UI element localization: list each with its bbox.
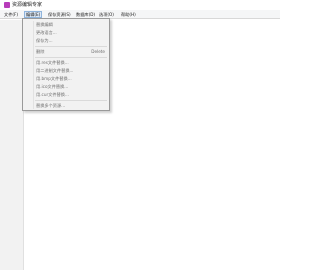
menu-separator [35, 46, 107, 47]
menu-item-label: 用.res文件替换... [36, 60, 69, 65]
menu-item-replace-res[interactable]: 用.res文件替换... [24, 59, 109, 67]
menu-item-label: 用.cur文件替换... [36, 92, 69, 97]
menu-help[interactable]: 帮助(H) [120, 11, 137, 18]
menu-item-label: 用二进制文件替换... [36, 68, 74, 73]
menu-save-resource[interactable]: 保存资源(S) [47, 11, 72, 18]
menu-separator [35, 100, 107, 101]
menu-item-label: 替换多个资源... [36, 103, 66, 108]
title-bar: 资源编辑专家 [0, 0, 280, 10]
menu-item-label: 用.bmp文件替换... [36, 76, 72, 81]
edit-menu-dropdown: 替换编辑 更改语言... 保存为... 删除 Delete 用.res文件替换.… [22, 18, 110, 111]
menu-item-shortcut: Delete [91, 49, 105, 54]
menu-item-label: 保存为... [36, 38, 53, 43]
menu-options[interactable]: 选项(O) [98, 11, 115, 18]
menu-item-replace-binary[interactable]: 用二进制文件替换... [24, 67, 109, 75]
menu-item-replace-edit[interactable]: 替换编辑 [24, 21, 109, 29]
menu-edit[interactable]: 编辑(E) [24, 11, 43, 18]
menu-item-replace-multiple[interactable]: 替换多个资源... [24, 102, 109, 110]
menu-item-replace-ico[interactable]: 用.ico文件替换... [24, 83, 109, 91]
menu-item-label: 替换编辑 [36, 22, 53, 27]
menu-item-label: 删除 [36, 49, 45, 54]
menu-database[interactable]: 数据库(D) [75, 11, 96, 18]
menu-separator [35, 57, 107, 58]
menu-item-label: 用.ico文件替换... [36, 84, 69, 89]
menu-item-label: 更改语言... [36, 30, 57, 35]
app-icon [4, 2, 10, 8]
app-window: 资源编辑专家 文件(F) 编辑(E) 保存资源(S) 数据库(D) 选项(O) … [0, 0, 280, 270]
window-title: 资源编辑专家 [12, 2, 43, 8]
menu-item-replace-cur[interactable]: 用.cur文件替换... [24, 91, 109, 99]
menu-item-replace-bmp[interactable]: 用.bmp文件替换... [24, 75, 109, 83]
menu-item-save-as[interactable]: 保存为... [24, 37, 109, 45]
menu-file[interactable]: 文件(F) [3, 11, 19, 18]
menu-item-delete[interactable]: 删除 Delete [24, 48, 109, 56]
menu-item-change-language[interactable]: 更改语言... [24, 29, 109, 37]
resource-tree-pane[interactable] [0, 20, 24, 270]
